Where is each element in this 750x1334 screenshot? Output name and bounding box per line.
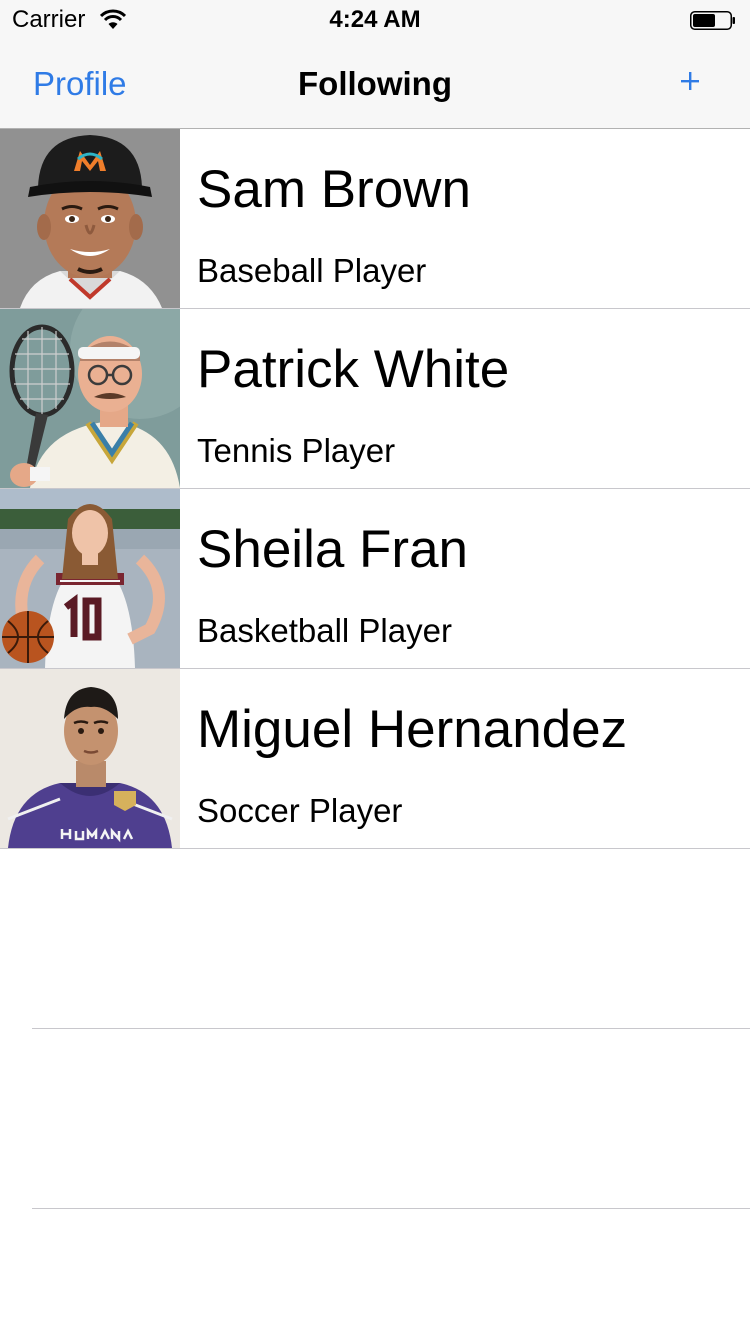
avatar — [0, 309, 180, 488]
following-row[interactable]: Sam Brown Baseball Player — [0, 129, 750, 309]
person-role: Tennis Player — [197, 432, 396, 469]
following-row[interactable]: Miguel Hernandez Soccer Player — [0, 669, 750, 849]
person-name: Patrick White — [197, 340, 510, 399]
avatar — [0, 489, 180, 668]
empty-row — [0, 1029, 750, 1209]
battery-icon — [690, 11, 735, 30]
navigation-bar: Profile Following — [0, 40, 750, 129]
status-bar: Carrier 4:24 AM — [0, 0, 750, 40]
person-role: Soccer Player — [197, 792, 403, 829]
following-row[interactable]: Sheila Fran Basketball Player — [0, 489, 750, 669]
person-name: Sam Brown — [197, 160, 471, 219]
person-name: Sheila Fran — [197, 520, 469, 579]
plus-icon[interactable] — [675, 66, 705, 96]
person-role: Basketball Player — [197, 612, 452, 649]
following-list: Sam Brown Baseball Player Patrick White … — [0, 129, 750, 1209]
avatar — [0, 669, 180, 848]
status-time: 4:24 AM — [329, 6, 421, 33]
empty-row — [0, 849, 750, 1029]
person-name: Miguel Hernandez — [197, 700, 628, 759]
person-role: Baseball Player — [197, 252, 427, 289]
avatar — [0, 129, 180, 308]
page-title: Following — [298, 65, 452, 102]
following-row[interactable]: Patrick White Tennis Player — [0, 309, 750, 489]
row-separator — [32, 1208, 750, 1209]
